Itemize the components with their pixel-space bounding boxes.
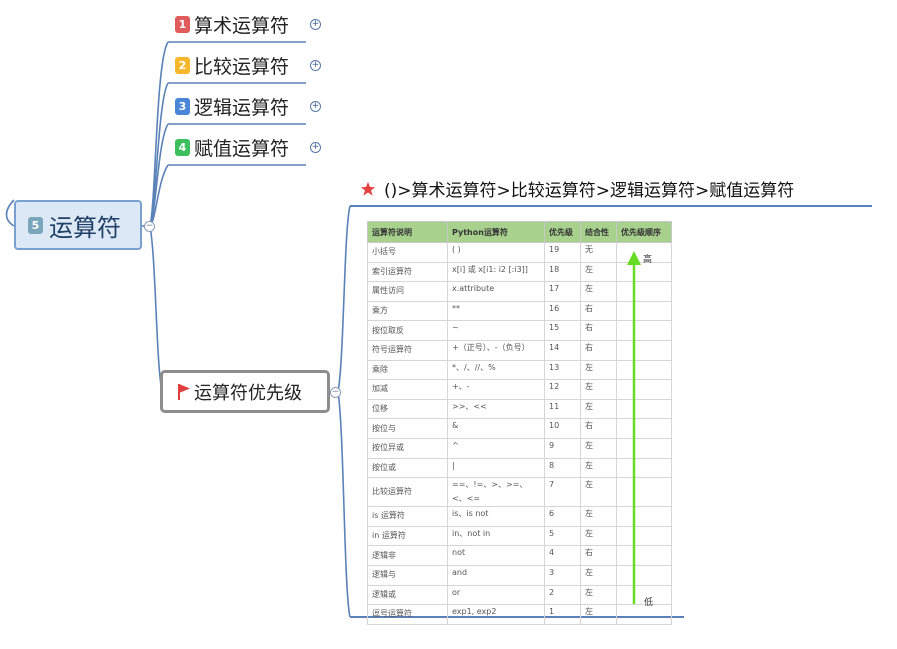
branch-label: 逻辑运算符 bbox=[194, 96, 290, 119]
expand-icon[interactable]: + bbox=[310, 142, 321, 153]
order-note-label: ()>算术运算符>比较运算符>逻辑运算符>赋值运算符 bbox=[384, 181, 795, 201]
expand-icon[interactable]: + bbox=[310, 19, 321, 30]
priority-value: 7 bbox=[544, 477, 581, 508]
operator-description: 乘除 bbox=[367, 359, 448, 381]
operator-description: 比较运算符 bbox=[367, 477, 448, 508]
python-operator: & bbox=[447, 418, 545, 439]
priority-value: 16 bbox=[544, 300, 581, 322]
priority-value: 18 bbox=[544, 261, 581, 283]
priority-value: 13 bbox=[544, 359, 581, 381]
column-header: Python运算符 bbox=[447, 221, 545, 243]
branch-number-badge: 4 bbox=[175, 138, 190, 156]
low-label: 低 bbox=[644, 596, 653, 608]
column-header: 优先级顺序 bbox=[616, 221, 672, 243]
branch-number-badge: 2 bbox=[175, 56, 190, 74]
python-operator: *、/、//、% bbox=[447, 359, 545, 381]
python-operator: ==、!=、>、>=、<、<= bbox=[447, 477, 545, 508]
priority-value: 15 bbox=[544, 320, 581, 341]
column-header: 运算符说明 bbox=[367, 221, 448, 243]
expand-icon[interactable]: + bbox=[310, 101, 321, 112]
flag-icon bbox=[178, 383, 190, 400]
priority-value: 4 bbox=[544, 545, 581, 566]
operator-description: in 运算符 bbox=[367, 525, 448, 547]
priority-value: 8 bbox=[544, 457, 581, 479]
root-label: 运算符 bbox=[49, 213, 121, 242]
operator-description: 逗号运算符 bbox=[367, 604, 448, 625]
branch-comparison[interactable]: 2 比较运算符 bbox=[175, 52, 289, 78]
branch-assignment[interactable]: 4 赋值运算符 bbox=[175, 134, 289, 160]
branch-label: 赋值运算符 bbox=[194, 137, 290, 160]
python-operator: and bbox=[447, 564, 545, 586]
python-operator: | bbox=[447, 457, 545, 479]
python-operator: ~ bbox=[447, 320, 545, 341]
priority-value: 14 bbox=[544, 339, 581, 361]
branch-arithmetic[interactable]: 1 算术运算符 bbox=[175, 11, 289, 37]
root-number-badge: 5 bbox=[28, 216, 43, 234]
column-header: 优先级 bbox=[544, 221, 581, 243]
operator-description: 按位取反 bbox=[367, 320, 448, 341]
operator-description: 按位或 bbox=[367, 457, 448, 479]
column-header: 结合性 bbox=[580, 221, 617, 243]
priority-value: 6 bbox=[544, 506, 581, 527]
priority-value: 11 bbox=[544, 398, 581, 420]
priority-value: 1 bbox=[544, 604, 581, 625]
priority-value: 5 bbox=[544, 525, 581, 547]
branch-label: 比较运算符 bbox=[194, 55, 290, 78]
priority-topic[interactable]: 运算符优先级 bbox=[160, 370, 330, 413]
python-operator: ** bbox=[447, 300, 545, 322]
order-note[interactable]: ()>算术运算符>比较运算符>逻辑运算符>赋值运算符 bbox=[360, 176, 794, 201]
collapse-icon[interactable]: − bbox=[330, 387, 341, 398]
python-operator: +（正号）、-（负号） bbox=[447, 339, 545, 361]
operator-description: 小括号 bbox=[367, 242, 448, 263]
priority-value: 2 bbox=[544, 584, 581, 606]
operator-description: 位移 bbox=[367, 398, 448, 420]
python-operator: +、- bbox=[447, 379, 545, 400]
python-operator: exp1, exp2 bbox=[447, 604, 545, 625]
collapse-icon[interactable]: − bbox=[144, 221, 155, 232]
table-header-row: 运算符说明 Python运算符 优先级 结合性 优先级顺序 bbox=[367, 221, 672, 243]
operator-description: 逻辑非 bbox=[367, 545, 448, 566]
priority-value: 19 bbox=[544, 242, 581, 263]
python-operator: not bbox=[447, 545, 545, 566]
operator-description: 加减 bbox=[367, 379, 448, 400]
operator-description: is 运算符 bbox=[367, 506, 448, 527]
operator-description: 属性访问 bbox=[367, 281, 448, 302]
root-topic[interactable]: 5 运算符 bbox=[14, 200, 142, 250]
python-operator: ( ) bbox=[447, 242, 545, 263]
priority-label: 运算符优先级 bbox=[194, 382, 302, 404]
operator-description: 按位与 bbox=[367, 418, 448, 439]
priority-value: 10 bbox=[544, 418, 581, 439]
operator-description: 索引运算符 bbox=[367, 261, 448, 283]
python-operator: x.attribute bbox=[447, 281, 545, 302]
priority-value: 17 bbox=[544, 281, 581, 302]
priority-value: 3 bbox=[544, 564, 581, 586]
high-label: 高 bbox=[643, 253, 652, 265]
python-operator: is、is not bbox=[447, 506, 545, 527]
operator-description: 符号运算符 bbox=[367, 339, 448, 361]
branch-label: 算术运算符 bbox=[194, 14, 290, 37]
python-operator: or bbox=[447, 584, 545, 606]
python-operator: x[i] 或 x[i1: i2 [:i3]] bbox=[447, 261, 545, 283]
python-operator: in、not in bbox=[447, 525, 545, 547]
expand-icon[interactable]: + bbox=[310, 60, 321, 71]
python-operator: ^ bbox=[447, 437, 545, 459]
priority-value: 9 bbox=[544, 437, 581, 459]
star-icon bbox=[360, 181, 376, 196]
priority-value: 12 bbox=[544, 379, 581, 400]
operator-description: 逻辑或 bbox=[367, 584, 448, 606]
operator-description: 按位异或 bbox=[367, 437, 448, 459]
branch-number-badge: 3 bbox=[175, 97, 190, 115]
priority-order-arrow: 高 低 bbox=[627, 251, 653, 608]
operator-description: 逻辑与 bbox=[367, 564, 448, 586]
branch-number-badge: 1 bbox=[175, 15, 190, 33]
python-operator: >>、<< bbox=[447, 398, 545, 420]
operator-description: 乘方 bbox=[367, 300, 448, 322]
branch-logical[interactable]: 3 逻辑运算符 bbox=[175, 93, 289, 119]
